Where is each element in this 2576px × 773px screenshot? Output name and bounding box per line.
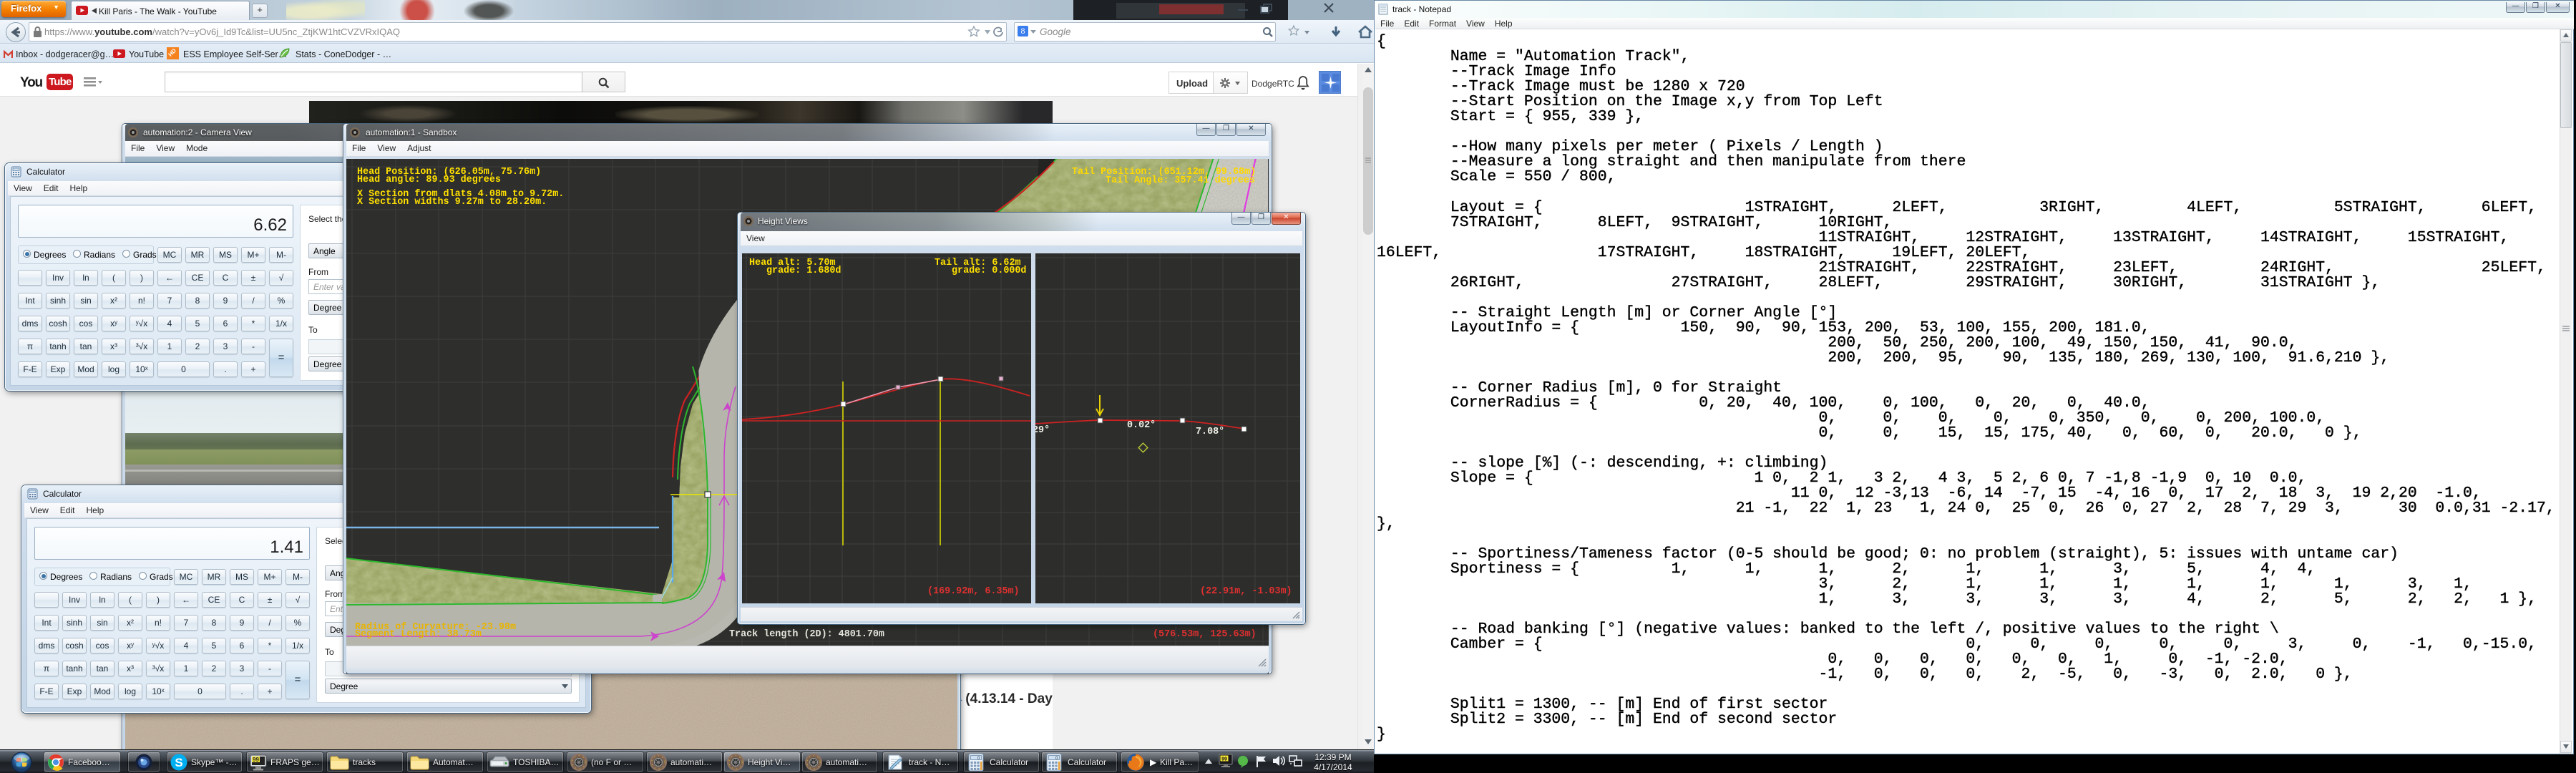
svg-text:Track length (2D): 4801.70m: Track length (2D): 4801.70m xyxy=(729,629,884,640)
svg-text:Head angle: 89.93 degrees: Head angle: 89.93 degrees xyxy=(357,175,501,185)
svg-text:grade: 0.000d: grade: 0.000d xyxy=(952,266,1026,276)
svg-text:7.08°: 7.08° xyxy=(1196,427,1224,437)
svg-text:(576.53m, 125.63m): (576.53m, 125.63m) xyxy=(1153,629,1257,640)
svg-text:grade: 1.680d: grade: 1.680d xyxy=(766,266,841,276)
svg-text:S: S xyxy=(175,756,182,769)
svg-text:99: 99 xyxy=(1221,757,1227,762)
svg-text:X Section widths 9.27m to 28.2: X Section widths 9.27m to 28.20m. xyxy=(357,197,547,208)
svg-text:Tail Angle: 357.41 degrees: Tail Angle: 357.41 degrees xyxy=(1106,175,1255,186)
svg-text:99: 99 xyxy=(253,757,259,763)
svg-text:0.02°: 0.02° xyxy=(1127,420,1156,431)
svg-text:29°: 29° xyxy=(1035,425,1050,436)
svg-text:(22.91m, -1.03m): (22.91m, -1.03m) xyxy=(1200,586,1292,597)
svg-text:Segment Length: 38.73m: Segment Length: 38.73m xyxy=(355,629,482,640)
svg-text:(169.92m, 6.35m): (169.92m, 6.35m) xyxy=(927,586,1020,597)
